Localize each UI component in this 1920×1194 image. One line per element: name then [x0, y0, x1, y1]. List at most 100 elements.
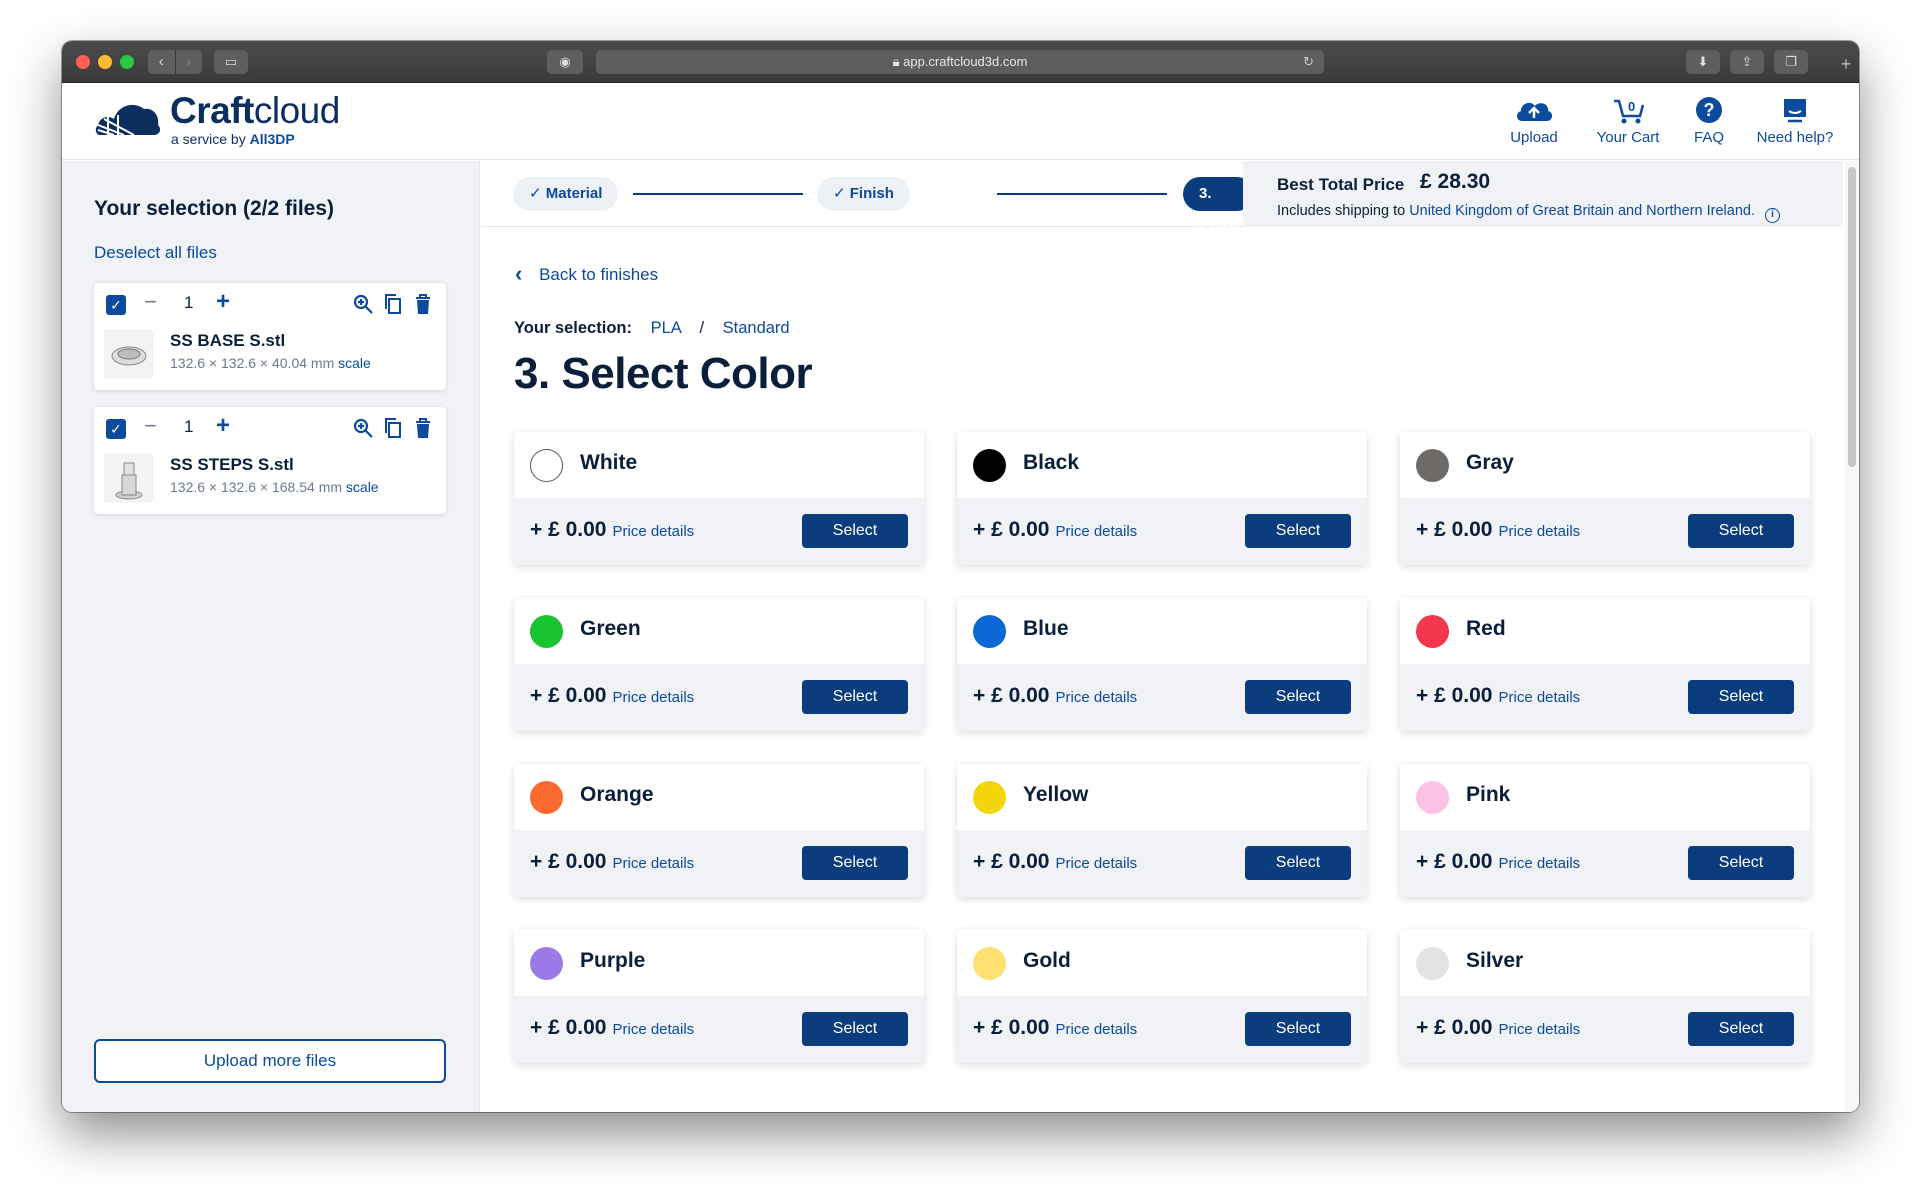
price-details-link[interactable]: Price details: [1498, 1021, 1580, 1038]
color-card-footer: + £ 0.00 Price details Select: [957, 830, 1367, 897]
color-card-red: Red + £ 0.00 Price details Select: [1400, 598, 1810, 731]
step-finish[interactable]: ✓ Finish: [817, 177, 910, 211]
color-swatch: [973, 947, 1006, 980]
breadcrumb-material[interactable]: PLA: [651, 319, 681, 337]
duplicate-icon[interactable]: [382, 293, 404, 315]
color-swatch: [1416, 449, 1449, 482]
color-swatch: [973, 449, 1006, 482]
price-details-link[interactable]: Price details: [1498, 523, 1580, 540]
color-card-header: Gold: [957, 930, 1367, 996]
price-details-link[interactable]: Price details: [612, 855, 694, 872]
header-upload-label: Upload: [1510, 129, 1558, 146]
header-faq-link[interactable]: ? FAQ: [1684, 95, 1734, 146]
price-details-link[interactable]: Price details: [1055, 1021, 1137, 1038]
svg-text:?: ?: [1704, 100, 1715, 120]
select-color-button[interactable]: Select: [802, 514, 908, 548]
file-name: SS BASE S.stl: [170, 331, 286, 350]
select-color-button[interactable]: Select: [1245, 680, 1351, 714]
share-icon[interactable]: ⇪: [1730, 50, 1764, 74]
help-icon: ?: [1696, 97, 1722, 123]
color-card-white: White + £ 0.00 Price details Select: [514, 432, 924, 565]
color-card-header: Orange: [514, 764, 924, 830]
trash-icon[interactable]: [412, 417, 434, 439]
checkmark-icon: ✓: [529, 185, 542, 202]
quantity-increase-button[interactable]: +: [216, 288, 230, 316]
color-name: Orange: [580, 783, 654, 806]
reload-icon[interactable]: ↻: [1303, 50, 1314, 74]
info-icon[interactable]: i: [1765, 208, 1781, 223]
color-name: Gray: [1466, 451, 1514, 474]
color-card-green: Green + £ 0.00 Price details Select: [514, 598, 924, 731]
select-color-button[interactable]: Select: [1245, 846, 1351, 880]
file-actions: [352, 293, 434, 315]
deselect-all-link[interactable]: Deselect all files: [94, 243, 217, 263]
price-details-link[interactable]: Price details: [612, 523, 694, 540]
price-details-link[interactable]: Price details: [1055, 855, 1137, 872]
trash-icon[interactable]: [412, 293, 434, 315]
header-help-label: Need help?: [1756, 129, 1834, 146]
price-details-link[interactable]: Price details: [1498, 855, 1580, 872]
breadcrumb-separator: /: [699, 319, 705, 337]
scale-link[interactable]: scale: [338, 355, 371, 371]
brand-name: Craftcloud: [170, 90, 340, 131]
price-details-link[interactable]: Price details: [1055, 523, 1137, 540]
step-material[interactable]: ✓ Material: [513, 177, 619, 211]
zoom-icon[interactable]: [352, 417, 374, 439]
new-tab-icon[interactable]: +: [1833, 51, 1859, 77]
scrollbar-thumb[interactable]: [1848, 167, 1856, 467]
selection-sidebar: Your selection (2/2 files) Deselect all …: [62, 161, 480, 1112]
scale-link[interactable]: scale: [346, 479, 379, 495]
quantity-increase-button[interactable]: +: [216, 412, 230, 440]
color-card-header: Blue: [957, 598, 1367, 664]
color-card-yellow: Yellow + £ 0.00 Price details Select: [957, 764, 1367, 897]
header-cart-link[interactable]: 0 Your Cart: [1586, 95, 1670, 146]
back-to-finishes-link[interactable]: ‹ Back to finishes: [515, 261, 658, 287]
zoom-window-button[interactable]: [120, 55, 134, 69]
close-window-button[interactable]: [76, 55, 90, 69]
select-color-button[interactable]: Select: [1688, 514, 1794, 548]
price-details-link[interactable]: Price details: [612, 1021, 694, 1038]
breadcrumb-finish[interactable]: Standard: [723, 319, 790, 337]
color-card-silver: Silver + £ 0.00 Price details Select: [1400, 930, 1810, 1063]
color-swatch: [530, 781, 563, 814]
color-name: Green: [580, 617, 641, 640]
page-title: 3. Select Color: [514, 349, 813, 398]
price-details-link[interactable]: Price details: [1498, 689, 1580, 706]
downloads-icon[interactable]: ⬇: [1686, 50, 1720, 74]
upload-more-files-button[interactable]: Upload more files: [94, 1039, 446, 1083]
craftcloud-logo-icon[interactable]: [94, 95, 162, 141]
duplicate-icon[interactable]: [382, 417, 404, 439]
quantity-decrease-button[interactable]: −: [144, 289, 157, 315]
extension-icon[interactable]: ◉: [547, 50, 583, 74]
select-color-button[interactable]: Select: [802, 846, 908, 880]
minimize-window-button[interactable]: [98, 55, 112, 69]
quantity-decrease-button[interactable]: −: [144, 413, 157, 439]
forward-arrow-icon[interactable]: ›: [175, 50, 202, 74]
select-color-button[interactable]: Select: [802, 680, 908, 714]
select-color-button[interactable]: Select: [1245, 1012, 1351, 1046]
price-details-link[interactable]: Price details: [1055, 689, 1137, 706]
file-checkbox[interactable]: ✓: [106, 295, 126, 315]
history-nav: ‹ ›: [148, 50, 202, 74]
browser-toolbar: ‹ › ▭ ◉ 🔒︎ app.craftcloud3d.com ↻ ⬇ ⇪ ❐ …: [62, 41, 1859, 83]
shipping-country-link[interactable]: United Kingdom of Great Britain and Nort…: [1409, 203, 1755, 219]
header-help-link[interactable]: Need help?: [1747, 95, 1843, 146]
zoom-icon[interactable]: [352, 293, 374, 315]
select-color-button[interactable]: Select: [1688, 846, 1794, 880]
tabs-overview-icon[interactable]: ❐: [1774, 50, 1808, 74]
select-color-button[interactable]: Select: [802, 1012, 908, 1046]
step-finish-label: Finish: [849, 185, 894, 202]
header-upload-link[interactable]: Upload: [1502, 95, 1566, 146]
color-price: + £ 0.00 Price details: [973, 1016, 1138, 1039]
scrollbar[interactable]: [1845, 161, 1859, 1112]
select-color-button[interactable]: Select: [1245, 514, 1351, 548]
select-color-button[interactable]: Select: [1688, 1012, 1794, 1046]
header-cart-label: Your Cart: [1596, 129, 1660, 146]
sidebar-toggle-icon[interactable]: ▭: [214, 50, 248, 74]
select-color-button[interactable]: Select: [1688, 680, 1794, 714]
price-details-link[interactable]: Price details: [612, 689, 694, 706]
back-arrow-icon[interactable]: ‹: [148, 50, 176, 74]
file-checkbox[interactable]: ✓: [106, 419, 126, 439]
address-bar[interactable]: 🔒︎ app.craftcloud3d.com ↻: [596, 50, 1324, 74]
color-name: Pink: [1466, 783, 1511, 806]
